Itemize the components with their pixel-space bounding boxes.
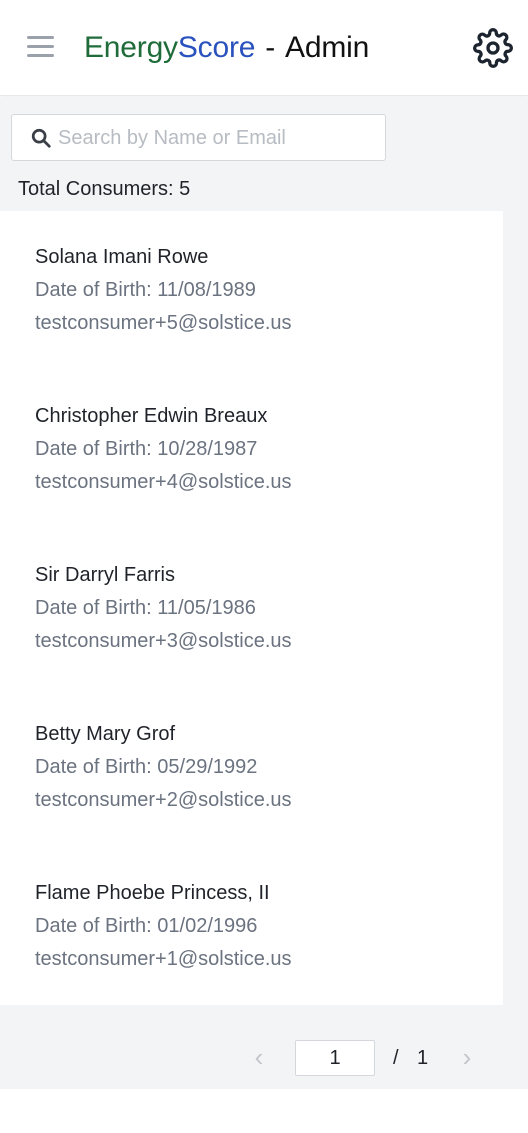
consumer-list: Solana Imani Rowe Date of Birth: 11/08/1… [0, 211, 503, 1005]
hamburger-menu-icon[interactable] [24, 30, 58, 64]
consumer-email: testconsumer+3@solstice.us [35, 630, 292, 652]
consumer-email: testconsumer+1@solstice.us [35, 948, 292, 970]
next-page-button[interactable]: › [454, 1040, 480, 1078]
consumer-name: Betty Mary Grof [35, 723, 176, 745]
total-consumers-label: Total Consumers: 5 [18, 178, 191, 200]
brand-energy: Energy [84, 31, 178, 64]
consumer-dob: Date of Birth: 01/02/1996 [35, 915, 258, 937]
consumer-email: testconsumer+2@solstice.us [35, 789, 292, 811]
consumer-dob: Date of Birth: 11/08/1989 [35, 279, 256, 301]
app-header: EnergyScore - Admin [0, 0, 528, 96]
search-icon [31, 128, 51, 148]
consumer-list-item[interactable]: Solana Imani Rowe Date of Birth: 11/08/1… [35, 244, 475, 336]
prev-page-button[interactable]: ‹ [246, 1040, 272, 1078]
consumer-name: Solana Imani Rowe [35, 246, 209, 268]
title-separator: - [265, 31, 276, 64]
title-section: Admin [285, 31, 370, 64]
consumer-email: testconsumer+5@solstice.us [35, 312, 292, 334]
page-title: EnergyScore - Admin [84, 28, 369, 68]
total-pages: 1 [417, 1047, 429, 1069]
gear-icon[interactable] [473, 28, 513, 68]
consumer-email: testconsumer+4@solstice.us [35, 471, 292, 493]
consumer-list-item[interactable]: Christopher Edwin Breaux Date of Birth: … [35, 403, 475, 495]
consumer-dob: Date of Birth: 05/29/1992 [35, 756, 258, 778]
consumer-name: Sir Darryl Farris [35, 564, 175, 586]
brand-score: Score [177, 31, 256, 64]
consumer-list-item[interactable]: Flame Phoebe Princess, II Date of Birth:… [35, 880, 475, 972]
consumer-list-item[interactable]: Betty Mary Grof Date of Birth: 05/29/199… [35, 721, 475, 813]
page-number-input[interactable] [295, 1040, 375, 1076]
consumer-dob: Date of Birth: 10/28/1987 [35, 438, 258, 460]
consumer-list-item[interactable]: Sir Darryl Farris Date of Birth: 11/05/1… [35, 562, 475, 654]
consumer-name: Christopher Edwin Breaux [35, 405, 268, 427]
search-box[interactable] [11, 114, 386, 161]
consumer-dob: Date of Birth: 11/05/1986 [35, 597, 256, 619]
search-input[interactable] [58, 123, 373, 153]
page-separator: / [393, 1047, 399, 1069]
consumer-name: Flame Phoebe Princess, II [35, 882, 270, 904]
